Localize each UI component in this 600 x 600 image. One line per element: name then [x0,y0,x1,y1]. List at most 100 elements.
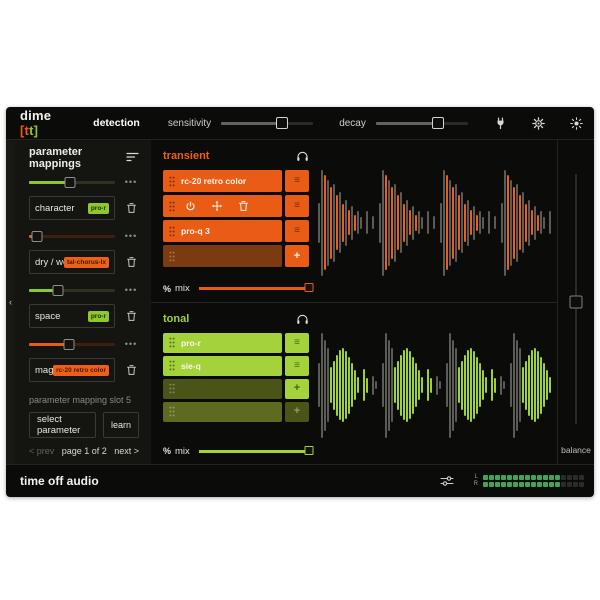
headphones-icon[interactable] [296,150,309,162]
add-module-button[interactable]: + [285,245,309,267]
learn-button[interactable]: learn [103,412,139,438]
sensitivity-slider[interactable] [221,122,313,125]
meter-segment [507,475,512,480]
waveform-bar [375,381,377,389]
drag-handle-icon[interactable] [169,337,175,348]
drag-handle-icon[interactable] [169,251,175,262]
mapping-slider-row: ••• [29,229,139,243]
mapping-options-button[interactable]: ••• [123,178,139,187]
trash-icon[interactable] [123,256,139,268]
module-move-icon[interactable] [211,200,223,212]
module-menu-button[interactable]: ≡ [285,170,309,192]
waveform-bar [513,333,515,439]
waveform-bar [354,370,356,400]
waveform-bar [357,211,359,234]
app-logo: dime [tt] [20,108,51,138]
waveform-bar [351,206,353,240]
drag-handle-icon[interactable] [169,406,175,417]
meter-row [483,482,584,487]
mixer-sliders-icon[interactable] [440,475,454,487]
drag-handle-icon[interactable] [169,176,175,187]
waveform-bar [345,200,347,246]
module-empty-slot[interactable] [163,245,282,267]
next-page-button[interactable]: next > [114,446,139,456]
drag-handle-icon[interactable] [169,201,175,212]
prev-page-button[interactable]: < prev [29,446,54,456]
mapping-slider[interactable] [29,235,115,238]
waveform-bar [360,217,362,229]
transient-mix-slider[interactable] [199,287,309,290]
balance-slider-handle[interactable] [570,296,583,309]
sensitivity-slider-handle[interactable] [276,117,288,129]
parameter-box[interactable]: space pro-r [29,304,115,328]
tonal-mix-slider[interactable] [199,450,309,453]
mix-label: mix [175,446,190,457]
mapping-slider[interactable] [29,181,115,184]
mapping-slider[interactable] [29,343,115,346]
module-power-icon[interactable] [185,201,196,212]
headphones-icon[interactable] [296,313,309,325]
mapping-options-button[interactable]: ••• [123,340,139,349]
meter-segment [561,475,566,480]
drag-handle-icon[interactable] [169,383,175,394]
mapping-slider-handle[interactable] [31,231,42,242]
meter-segment [555,482,560,487]
parameter-box[interactable]: character pro-r [29,196,115,220]
drag-handle-icon[interactable] [169,226,175,237]
filter-icon[interactable] [126,149,139,167]
meter-segment [489,475,494,480]
module-menu-button[interactable]: ≡ [285,356,309,376]
mapping-list: ••• character pro-r ••• dry / wet tal-ch… [29,166,139,382]
collapse-chevron-icon[interactable]: ‹ [9,298,12,307]
add-module-button[interactable]: + [285,402,309,422]
parameter-name: character [35,203,88,214]
module-rc-20-retro-color[interactable]: rc-20 retro color [163,170,282,192]
trash-icon[interactable] [123,202,139,214]
module-sie-q[interactable]: sie-q [163,356,282,376]
gear-icon[interactable] [532,116,546,130]
tab-detection[interactable]: detection [93,117,140,129]
transient-mix-handle[interactable] [305,283,314,292]
module-trash-icon[interactable] [238,200,249,212]
waveform-bar [336,195,338,250]
module-empty-slot[interactable] [163,402,282,422]
waveform-bar [439,381,441,389]
module-pro-q-3[interactable]: pro-q 3 [163,220,282,242]
mapping-slider-handle[interactable] [53,285,64,296]
decay-slider-handle[interactable] [432,117,444,129]
brightness-icon[interactable] [570,116,584,130]
plug-icon[interactable] [494,116,508,130]
trash-icon[interactable] [123,310,139,322]
mapping-slider[interactable] [29,289,115,292]
waveform-bar [485,377,487,393]
module-empty-slot[interactable] [163,195,282,217]
mapping-slider-row: ••• [29,337,139,351]
module-pro-r[interactable]: pro-r [163,333,282,353]
parameter-box[interactable]: magnitude rc-20 retro color [29,358,115,382]
add-module-button[interactable]: + [285,379,309,399]
mapping-slider-handle[interactable] [65,177,76,188]
mapping-options-button[interactable]: ••• [123,286,139,295]
module-empty-slot[interactable] [163,379,282,399]
trash-icon[interactable] [123,364,139,376]
waveform-bar [519,348,521,422]
module-menu-button[interactable]: ≡ [285,195,309,217]
mapping-options-button[interactable]: ••• [123,232,139,241]
drag-handle-icon[interactable] [169,360,175,371]
waveform-bar [421,217,423,229]
select-parameter-box[interactable]: select parameter [29,412,96,438]
waveform-bar [452,187,454,259]
waveform-bar [479,211,481,234]
module-menu-button[interactable]: ≡ [285,333,309,353]
mapping-slider-handle[interactable] [63,339,74,350]
meter-segment [567,475,572,480]
plugin-badge: pro-r [88,311,109,322]
tonal-mix-handle[interactable] [305,446,314,455]
module-menu-button[interactable]: ≡ [285,220,309,242]
meter-segment [555,475,560,480]
parameter-box[interactable]: dry / wet tal-chorus-lx [29,250,115,274]
waveform-bar [503,381,505,389]
percent-icon: % [163,284,175,294]
waveform-bar [372,376,374,395]
decay-slider[interactable] [376,122,468,125]
